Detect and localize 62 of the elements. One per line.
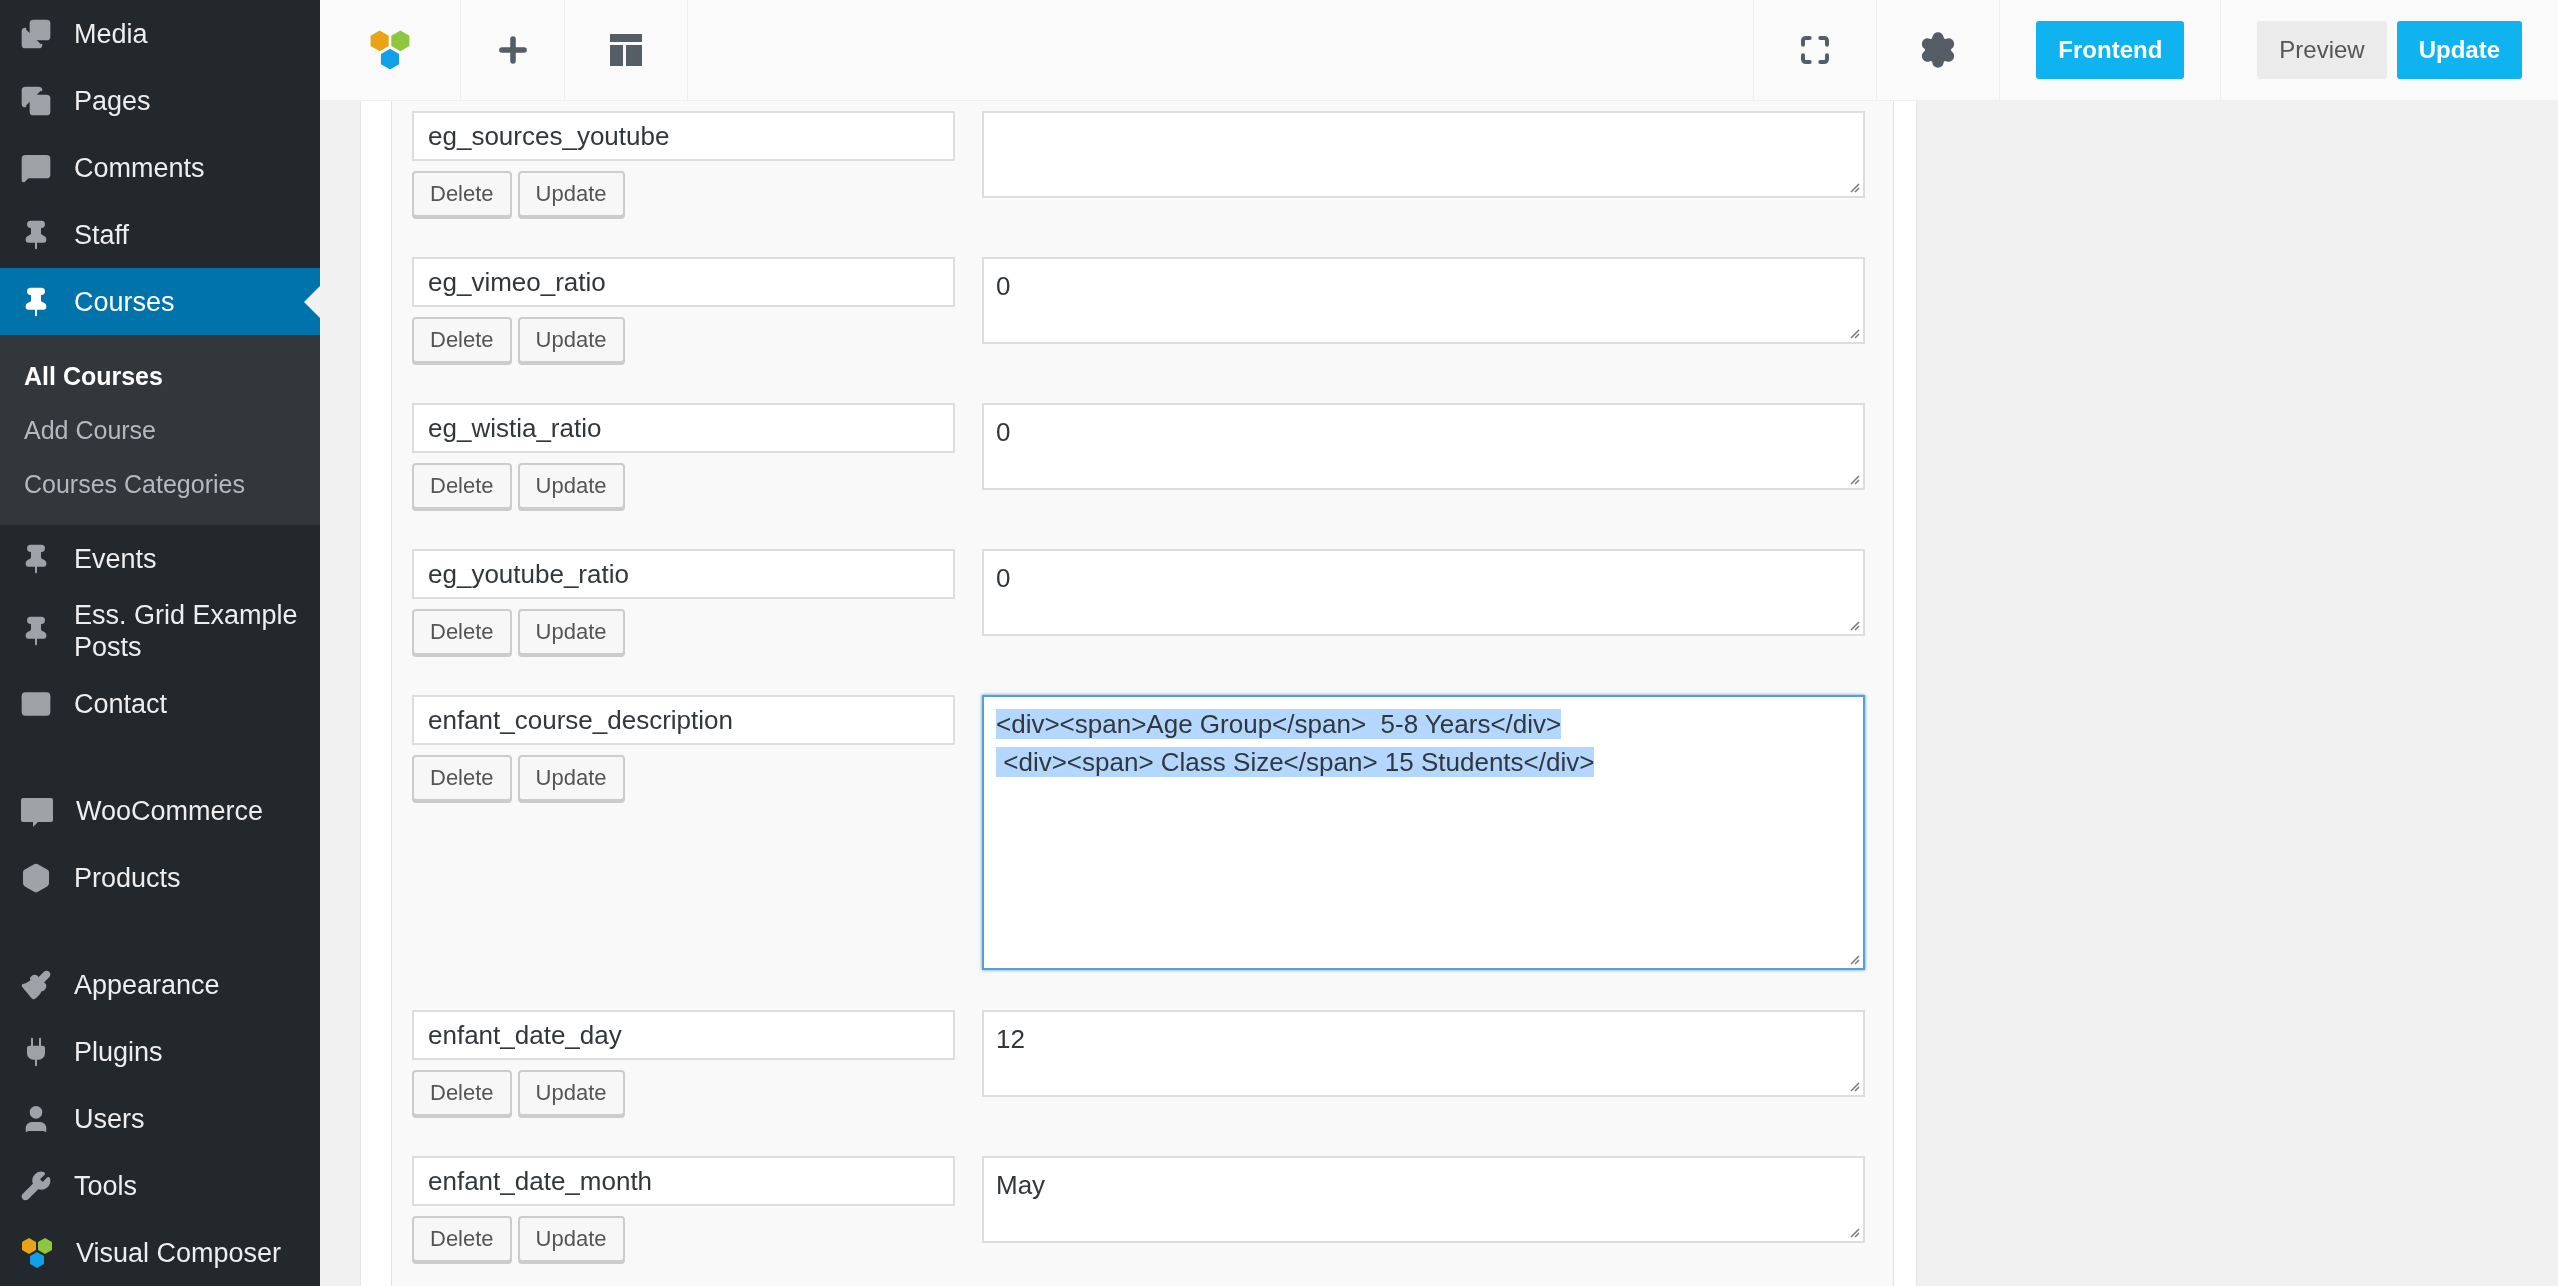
- sidebar-item[interactable]: Comments: [0, 134, 320, 201]
- delete-button[interactable]: Delete: [412, 755, 512, 801]
- value-field[interactable]: 12: [982, 1010, 1865, 1097]
- submenu-item[interactable]: All Courses: [0, 349, 320, 403]
- resize-grip-icon[interactable]: [1848, 473, 1860, 485]
- update-button[interactable]: Update: [517, 1216, 625, 1262]
- layout-icon[interactable]: [609, 33, 643, 67]
- sidebar-item[interactable]: Staff: [0, 201, 320, 268]
- delete-button[interactable]: Delete: [412, 1216, 512, 1262]
- resize-grip-icon[interactable]: [1848, 1226, 1860, 1238]
- sidebar-item[interactable]: Appearance: [0, 951, 320, 1018]
- delete-button[interactable]: Delete: [412, 463, 512, 509]
- resize-grip-icon[interactable]: [1848, 327, 1860, 339]
- value-field[interactable]: May: [982, 1156, 1865, 1243]
- sidebar-item[interactable]: Contact: [0, 670, 320, 737]
- sidebar-item[interactable]: WooCommerce: [0, 777, 320, 844]
- update-button[interactable]: Update: [517, 755, 625, 801]
- sidebar-item[interactable]: Ess. Grid Example Posts: [0, 592, 320, 670]
- sidebar-item[interactable]: Users: [0, 1085, 320, 1152]
- key-field[interactable]: enfant_course_description: [412, 695, 955, 745]
- key-field[interactable]: enfant_date_day: [412, 1010, 955, 1060]
- value-field[interactable]: [982, 111, 1865, 198]
- wrench-icon: [20, 1169, 52, 1202]
- update-button[interactable]: Update: [517, 1070, 625, 1116]
- delete-button[interactable]: Delete: [412, 1070, 512, 1116]
- sidebar-item[interactable]: Products: [0, 844, 320, 911]
- sidebar-item[interactable]: Events: [0, 525, 320, 592]
- key-field[interactable]: eg_youtube_ratio: [412, 549, 955, 599]
- delete-button[interactable]: Delete: [412, 609, 512, 655]
- resize-grip-icon[interactable]: [1848, 953, 1860, 965]
- key-field[interactable]: eg_sources_youtube: [412, 111, 955, 161]
- sidebar-item[interactable]: Courses: [0, 268, 320, 335]
- cubes-logo-icon: [368, 28, 412, 72]
- sidebar-item[interactable]: Plugins: [0, 1018, 320, 1085]
- cubes-logo-icon: [20, 1235, 54, 1270]
- sidebar-item[interactable]: Tools: [0, 1152, 320, 1219]
- value-field[interactable]: <div><span>Age Group</span> 5-8 Years</div> <div><span> Class Size</span> 15 Students</div>: [982, 695, 1865, 970]
- delete-button[interactable]: Delete: [412, 171, 512, 217]
- key-field[interactable]: eg_wistia_ratio: [412, 403, 955, 453]
- current-arrow-icon: [304, 285, 320, 318]
- value-field[interactable]: 0: [982, 403, 1865, 490]
- paintbrush-icon: [20, 968, 52, 1001]
- key-field[interactable]: enfant_date_month: [412, 1156, 955, 1206]
- sidebar-item[interactable]: Media: [0, 0, 320, 67]
- delete-button[interactable]: Delete: [412, 317, 512, 363]
- update-button[interactable]: Update: [517, 171, 625, 217]
- value-field[interactable]: 0: [982, 549, 1865, 636]
- box-icon: [20, 861, 52, 894]
- sidebar-item[interactable]: Pages: [0, 67, 320, 134]
- sidebar-item[interactable]: Visual Composer: [0, 1219, 320, 1286]
- submenu-item[interactable]: Courses Categories: [0, 457, 320, 511]
- resize-grip-icon[interactable]: [1848, 1080, 1860, 1092]
- preview-button[interactable]: Preview: [2257, 21, 2387, 79]
- update-button[interactable]: Update: [517, 317, 625, 363]
- update-button[interactable]: Update: [517, 463, 625, 509]
- resize-grip-icon[interactable]: [1848, 619, 1860, 631]
- fullscreen-icon[interactable]: [1799, 34, 1832, 66]
- update-button[interactable]: Update: [517, 609, 625, 655]
- value-field[interactable]: 0: [982, 257, 1865, 344]
- submenu-item[interactable]: Add Course: [0, 403, 320, 457]
- resize-grip-icon[interactable]: [1848, 181, 1860, 193]
- key-field[interactable]: eg_vimeo_ratio: [412, 257, 955, 307]
